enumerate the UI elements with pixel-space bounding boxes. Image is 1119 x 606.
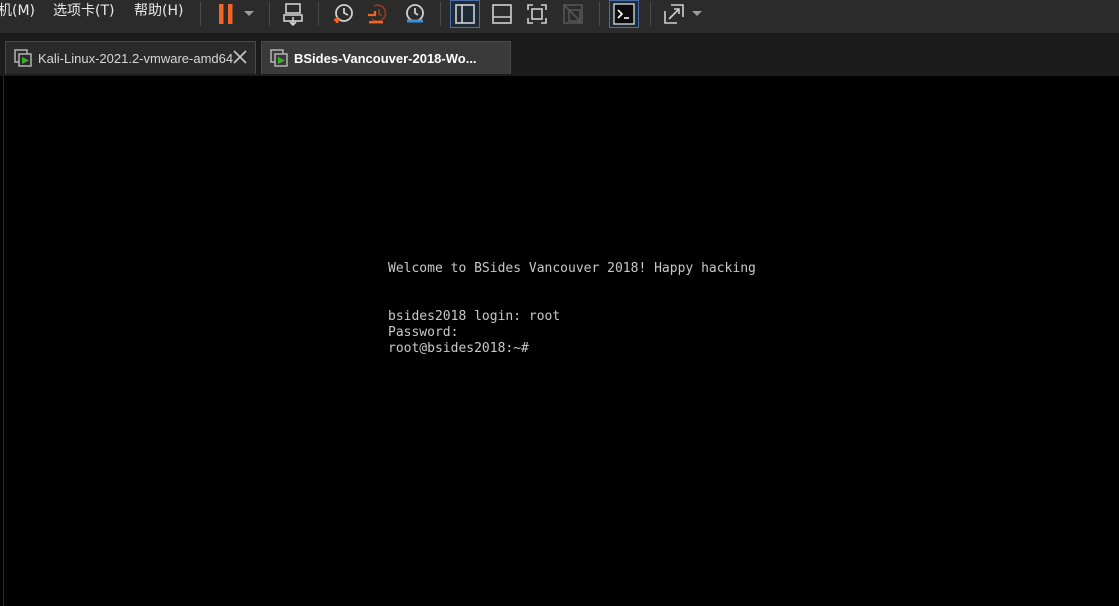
unity-button[interactable] — [559, 0, 587, 28]
console-icon — [613, 3, 635, 25]
close-icon[interactable] — [233, 50, 247, 64]
stretch-dropdown-button[interactable] — [690, 0, 704, 28]
vm-console-screen[interactable]: Welcome to BSides Vancouver 2018! Happy … — [3, 76, 1118, 606]
send-keys-icon — [283, 3, 303, 26]
toolbar-separator — [200, 2, 201, 26]
vm-running-icon — [270, 49, 288, 67]
dropdown-arrow-icon — [244, 11, 254, 16]
view-thumbnail-icon — [492, 4, 512, 24]
fullscreen-button[interactable] — [523, 0, 551, 28]
menu-tabs[interactable]: 选项卡(T) — [53, 0, 114, 22]
toolbar-separator — [599, 2, 600, 26]
password-line: Password: — [388, 325, 459, 340]
tab-label: BSides-Vancouver-2018-Wo... — [294, 50, 477, 66]
toolbar-separator — [269, 2, 270, 26]
snapshot-revert-icon — [368, 4, 387, 24]
tab-label: Kali-Linux-2021.2-vmware-amd64 — [38, 50, 234, 66]
pause-button[interactable] — [212, 0, 240, 28]
login-line: bsides2018 login: root — [388, 309, 561, 324]
view-thumbnail-button[interactable] — [488, 0, 516, 28]
pause-icon — [219, 4, 233, 24]
vm-tab-strip: Kali-Linux-2021.2-vmware-amd64 BSides-Va… — [0, 34, 1119, 76]
dropdown-arrow-icon — [692, 11, 702, 16]
menu-vm[interactable]: 机(M) — [0, 0, 35, 22]
tab-bsides-vancouver[interactable]: BSides-Vancouver-2018-Wo... — [261, 41, 511, 74]
unity-icon — [563, 4, 583, 24]
tab-kali-linux[interactable]: Kali-Linux-2021.2-vmware-amd64 — [5, 41, 256, 74]
stretch-button[interactable] — [660, 0, 688, 28]
revert-snapshot-button[interactable] — [364, 0, 392, 28]
console-view-button[interactable] — [609, 0, 639, 28]
menu-toolbar-bar: 机(M) 选项卡(T) 帮助(H) — [0, 0, 1119, 34]
shell-prompt: root@bsides2018:~# — [388, 341, 529, 356]
vmware-window: 机(M) 选项卡(T) 帮助(H) Kali-Linux-2021.2-vmwa… — [0, 0, 1119, 606]
toolbar-separator — [318, 2, 319, 26]
send-keys-button[interactable] — [279, 0, 307, 28]
fullscreen-icon — [527, 4, 547, 24]
snapshot-take-icon — [334, 4, 353, 23]
snapshot-manager-button[interactable] — [401, 0, 429, 28]
power-dropdown-button[interactable] — [241, 0, 257, 28]
view-sidebar-icon — [455, 4, 475, 24]
toolbar-separator — [440, 2, 441, 26]
take-snapshot-button[interactable] — [329, 0, 357, 28]
toolbar-separator — [650, 2, 651, 26]
stretch-icon — [664, 4, 684, 24]
welcome-message: Welcome to BSides Vancouver 2018! Happy … — [388, 261, 756, 276]
snapshot-manager-icon — [406, 4, 424, 23]
vm-running-icon — [14, 49, 32, 67]
menu-help[interactable]: 帮助(H) — [134, 0, 183, 22]
view-library-button[interactable] — [450, 0, 480, 28]
